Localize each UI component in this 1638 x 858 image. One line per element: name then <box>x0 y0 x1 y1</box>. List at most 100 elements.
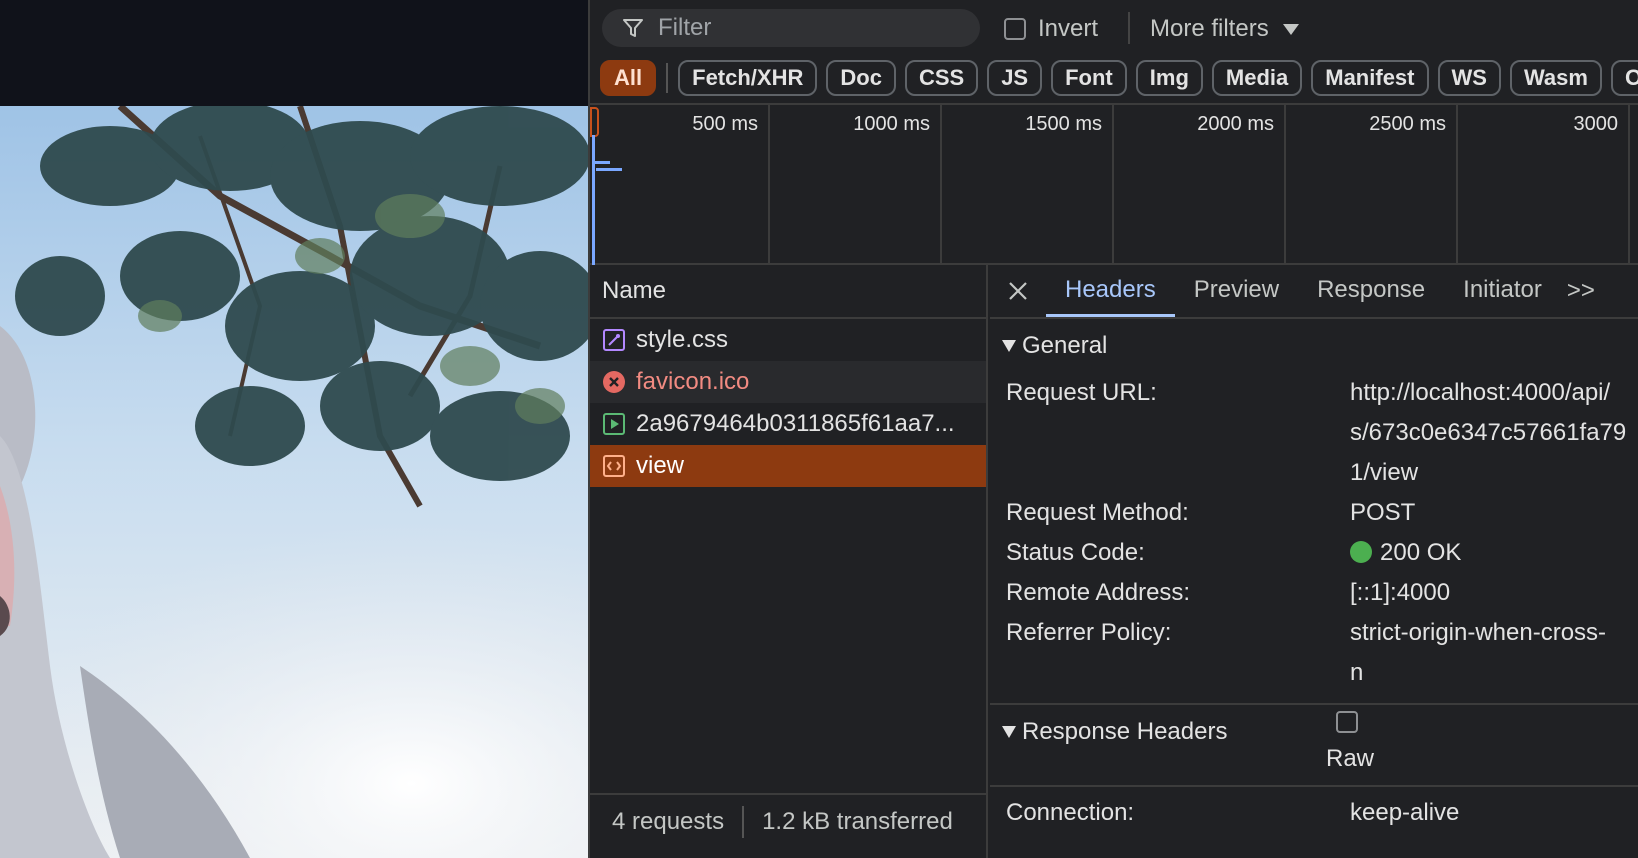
chip-divider <box>666 63 669 93</box>
status-divider <box>742 806 745 838</box>
header-row-referrer-policy: Referrer Policy: strict-origin-when-cros… <box>990 613 1638 693</box>
toolbar-divider <box>1128 12 1130 44</box>
stylesheet-icon <box>603 329 625 351</box>
chip-fetch-xhr[interactable]: Fetch/XHR <box>678 60 818 96</box>
response-headers-section: Response Headers Raw <box>990 705 1638 787</box>
header-key: Status Code: <box>1006 539 1145 566</box>
general-section-toggle[interactable]: General <box>990 319 1638 373</box>
request-name: view <box>636 452 685 479</box>
chip-img[interactable]: Img <box>1135 60 1203 96</box>
chip-manifest[interactable]: Manifest <box>1311 60 1429 96</box>
timeline-gridline <box>940 105 942 265</box>
section-title: Response Headers <box>1022 718 1228 745</box>
filter-funnel-icon <box>623 19 643 37</box>
chip-doc[interactable]: Doc <box>826 60 896 96</box>
close-details-button[interactable] <box>990 265 1046 317</box>
filter-box[interactable] <box>602 9 980 47</box>
general-section: General Request URL: http://localhost:40… <box>990 319 1638 705</box>
dropdown-arrow-icon <box>1282 23 1299 35</box>
header-value: [::1]:4000 <box>1350 579 1451 606</box>
devtools-network-panel: Invert More filters All Fetch/XHR Doc CS… <box>588 0 1638 858</box>
video-frame-image <box>0 106 588 858</box>
timeline-start-line <box>592 135 595 265</box>
expand-triangle-icon <box>1002 340 1016 352</box>
timeline-gridline <box>1456 105 1458 265</box>
invert-checkbox[interactable] <box>1004 18 1026 40</box>
close-icon <box>1009 282 1027 300</box>
invert-label: Invert <box>1038 15 1099 42</box>
header-row-connection: Connection: keep-alive <box>990 793 1638 833</box>
timeline-request-bar <box>596 168 622 171</box>
header-key: Referrer Policy: <box>1006 619 1172 646</box>
header-key: Request URL: <box>1006 379 1157 406</box>
request-name: favicon.ico <box>636 368 750 395</box>
tab-initiator[interactable]: Initiator <box>1444 265 1561 317</box>
name-column-header[interactable]: Name <box>590 265 986 319</box>
header-key: Remote Address: <box>1006 579 1191 606</box>
tab-response[interactable]: Response <box>1298 265 1444 317</box>
timeline-range-handle[interactable] <box>590 107 599 137</box>
chip-ws[interactable]: WS <box>1437 60 1501 96</box>
raw-checkbox[interactable] <box>1336 711 1358 733</box>
header-value: POST <box>1350 499 1416 526</box>
request-row-favicon[interactable]: favicon.ico <box>590 361 986 403</box>
media-play-icon <box>603 413 625 435</box>
chip-font[interactable]: Font <box>1051 60 1127 96</box>
filter-toolbar: Invert More filters <box>590 0 1638 56</box>
timeline-tick-label: 2500 ms <box>1369 113 1446 135</box>
details-tabs: Headers Preview Response Initiator >> <box>990 265 1638 319</box>
transferred-size: 1.2 kB transferred <box>762 808 953 835</box>
video-viewport <box>0 0 588 858</box>
more-tabs-button[interactable]: >> <box>1561 265 1595 317</box>
chip-other[interactable]: Other <box>1610 60 1638 96</box>
timeline-gridline <box>1628 105 1630 265</box>
request-row-style-css[interactable]: style.css <box>590 319 986 361</box>
document-code-icon <box>603 455 625 477</box>
header-key: Request Method: <box>1006 499 1189 526</box>
status-bar: 4 requests 1.2 kB transferred <box>590 793 986 849</box>
request-details-panel: Headers Preview Response Initiator >> Ge… <box>990 265 1638 858</box>
timeline-tick-label: 1000 ms <box>853 113 930 135</box>
header-row-status-code: Status Code: 200 OK <box>990 533 1638 573</box>
request-list: Name style.css favicon.ico 2a9679464b031… <box>590 265 988 858</box>
invert-toggle[interactable]: Invert <box>1004 15 1098 43</box>
section-title: General <box>1022 332 1108 359</box>
chip-wasm[interactable]: Wasm <box>1509 60 1602 96</box>
header-value: 200 OK <box>1380 539 1462 566</box>
network-timeline-overview[interactable]: 500 ms 1000 ms 1500 ms 2000 ms 2500 ms 3… <box>590 103 1638 265</box>
request-row-view[interactable]: view <box>590 445 986 487</box>
more-filters-label: More filters <box>1150 15 1269 42</box>
timeline-request-bar <box>594 161 610 164</box>
header-key: Connection: <box>1006 799 1135 826</box>
chip-js[interactable]: JS <box>987 60 1043 96</box>
timeline-tick-label: 500 ms <box>692 113 758 135</box>
response-headers-toggle[interactable]: Response Headers <box>990 705 1638 759</box>
status-ok-dot-icon <box>1350 541 1372 563</box>
expand-triangle-icon <box>1002 726 1016 738</box>
raw-label: Raw <box>1326 745 1375 772</box>
tab-preview[interactable]: Preview <box>1175 265 1298 317</box>
header-value: http://localhost:4000/api/ s/673c0e6347c… <box>1350 379 1627 486</box>
request-name: style.css <box>636 326 729 353</box>
timeline-gridline <box>1112 105 1114 265</box>
resource-type-filters: All Fetch/XHR Doc CSS JS Font Img Media … <box>600 58 1638 98</box>
chip-media[interactable]: Media <box>1211 60 1303 96</box>
chip-css[interactable]: CSS <box>904 60 979 96</box>
timeline-gridline <box>1284 105 1286 265</box>
tab-headers[interactable]: Headers <box>1046 265 1175 317</box>
status-code-value: 200 OK <box>1350 533 1461 573</box>
request-count: 4 requests <box>612 808 725 835</box>
header-value: strict-origin-when-cross- n <box>1350 619 1607 686</box>
timeline-tick-label: 3000 <box>1573 113 1619 135</box>
chip-all[interactable]: All <box>600 60 657 96</box>
more-filters-dropdown[interactable]: More filters <box>1150 15 1299 43</box>
request-row-media[interactable]: 2a9679464b0311865f61aa7... <box>590 403 986 445</box>
header-row-remote-address: Remote Address: [::1]:4000 <box>990 573 1638 613</box>
filter-input[interactable] <box>658 14 958 42</box>
request-name: 2a9679464b0311865f61aa7... <box>636 410 955 437</box>
timeline-tick-label: 1500 ms <box>1025 113 1102 135</box>
timeline-tick-label: 2000 ms <box>1197 113 1274 135</box>
header-value: keep-alive <box>1350 799 1460 826</box>
error-icon <box>603 371 625 393</box>
timeline-gridline <box>768 105 770 265</box>
